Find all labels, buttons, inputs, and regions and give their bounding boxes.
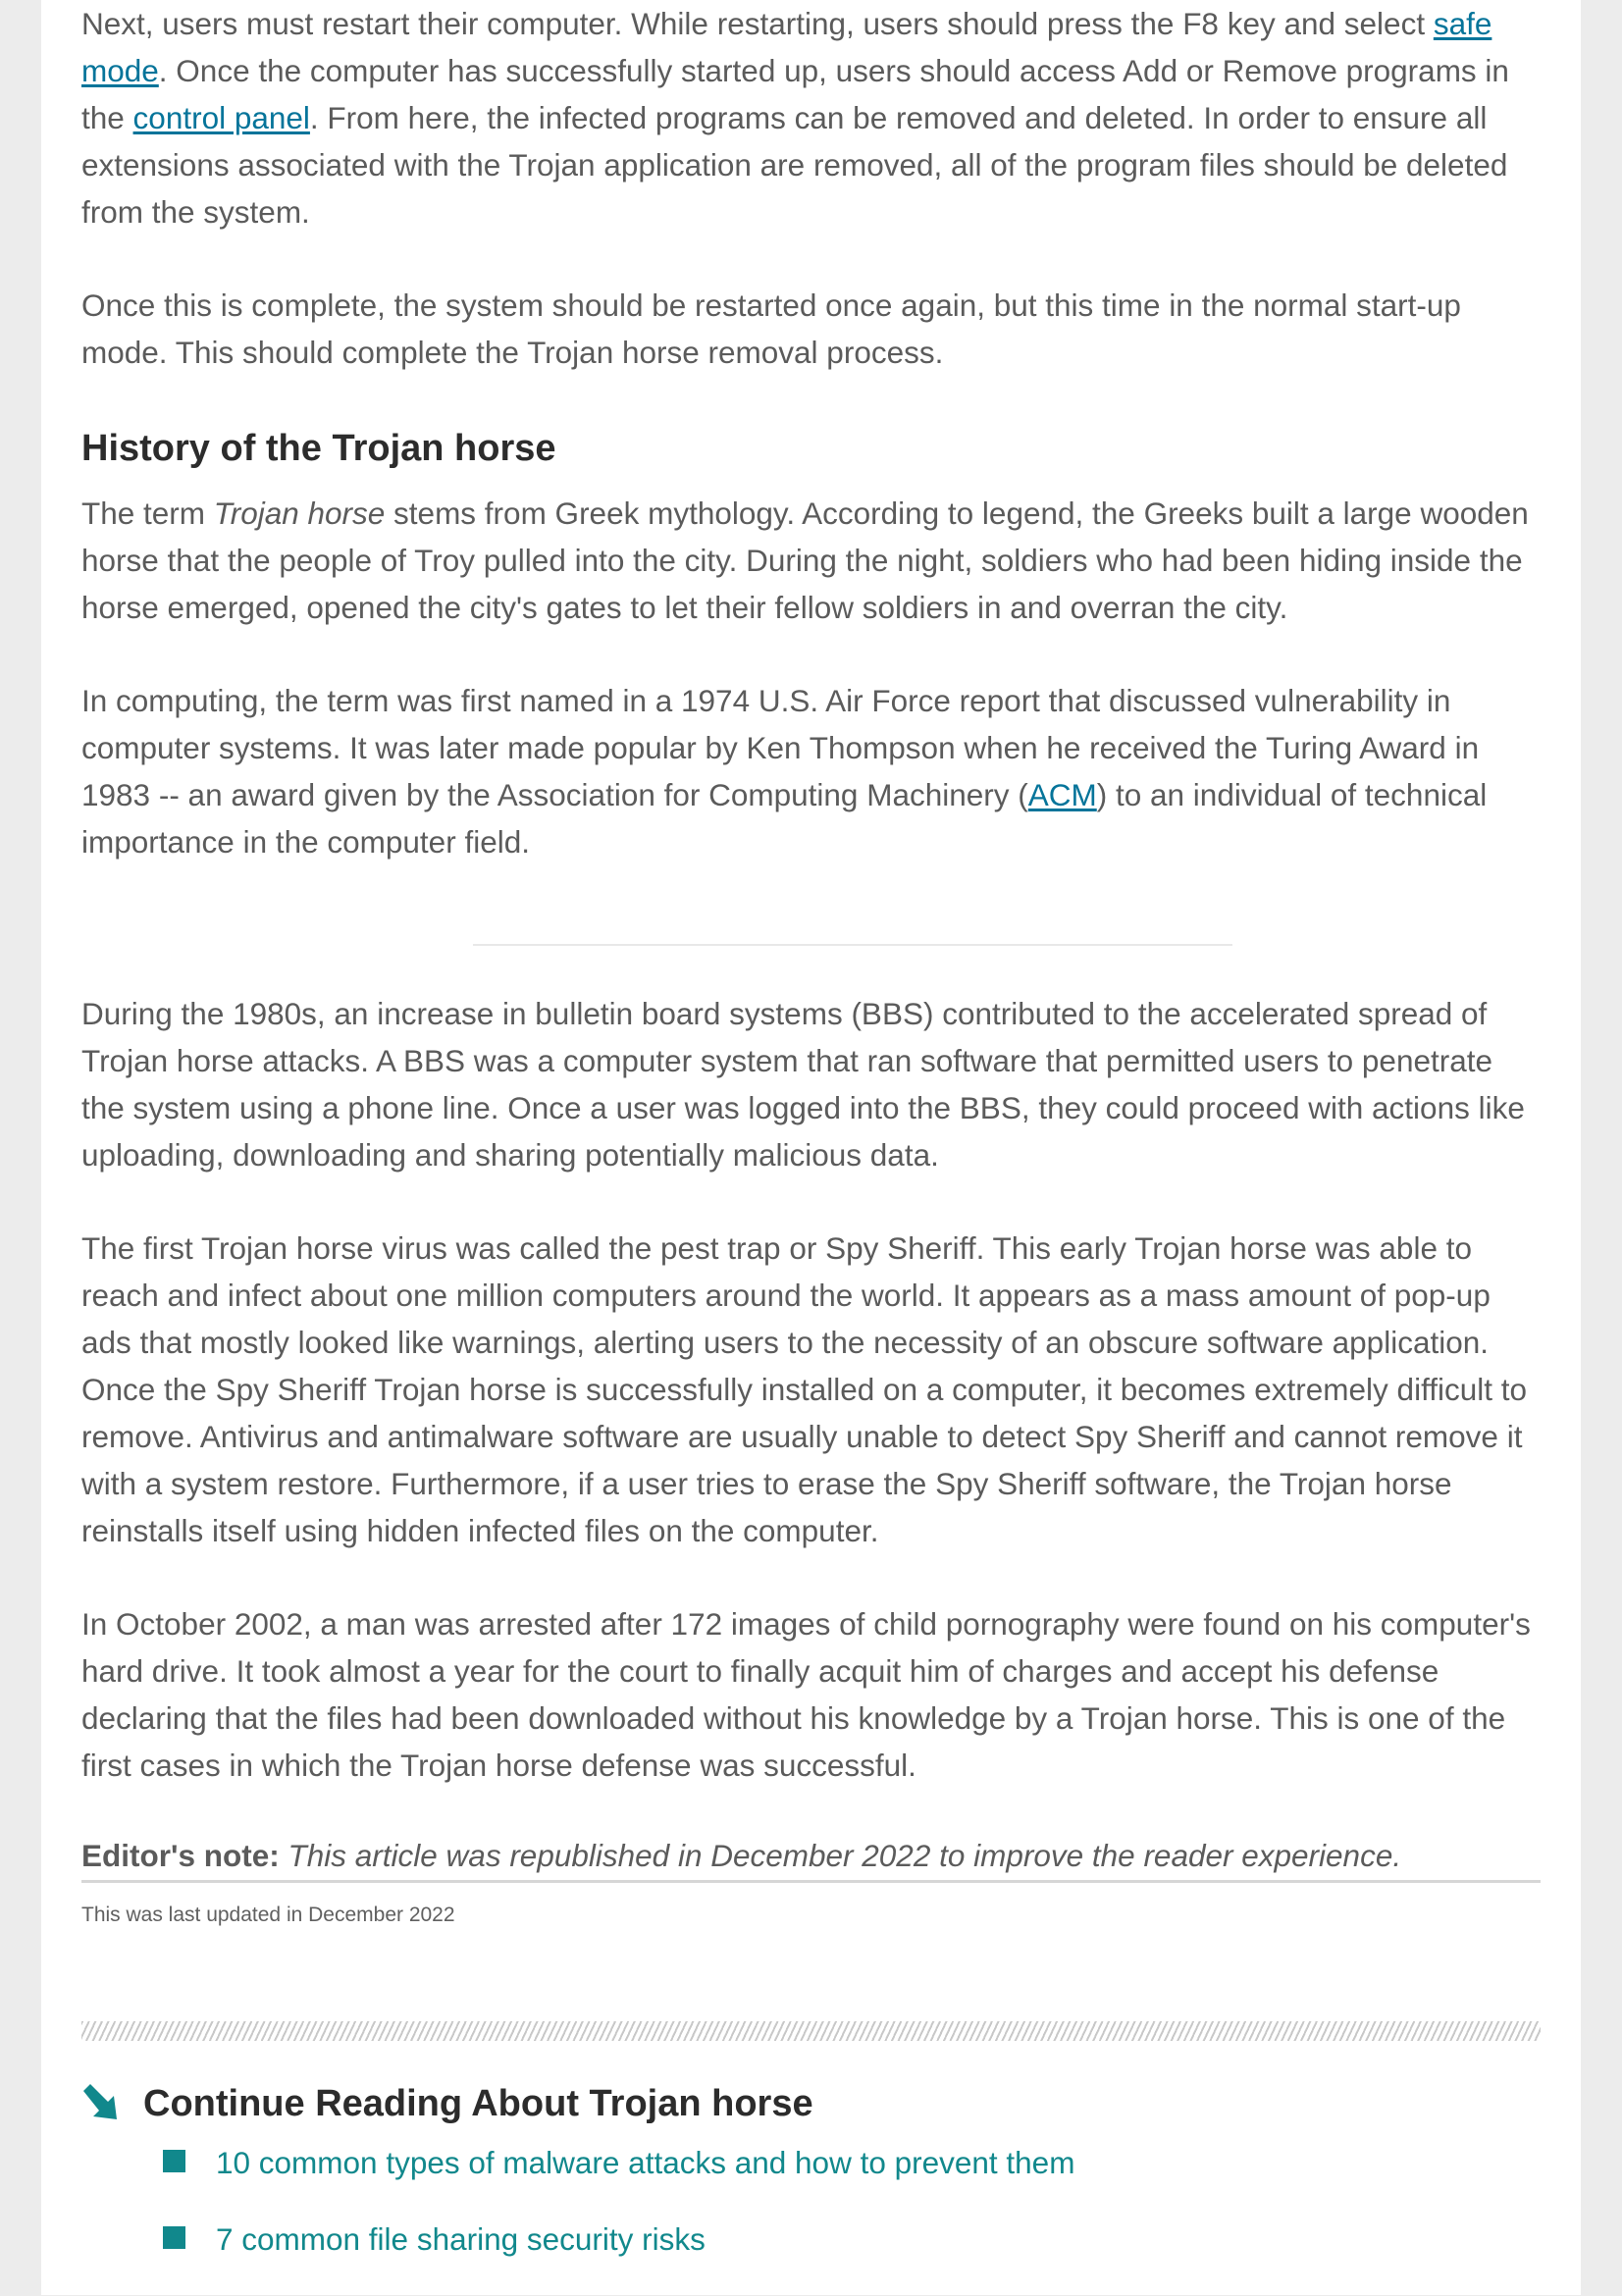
hatched-separator [81, 2021, 1541, 2041]
content-divider [473, 944, 1232, 946]
related-article-link[interactable]: 7 common file sharing security risks [216, 2219, 706, 2259]
article-page: Next, users must restart their computer.… [41, 0, 1581, 2295]
related-article-link[interactable]: 10 common types of malware attacks and h… [216, 2143, 1074, 2182]
last-updated: This was last updated in December 2022 [81, 1904, 455, 1926]
paragraph-restart-safe-mode: Next, users must restart their computer.… [81, 6, 1509, 230]
arrow-down-right-icon [83, 2084, 117, 2119]
paragraph-spy-sheriff: The first Trojan horse virus was called … [81, 1230, 1528, 1548]
square-bullet-icon [163, 2226, 185, 2249]
editor-note: Editor's note: This article was republis… [81, 1832, 1401, 1879]
paragraph-greek-mythology: The term Trojan horse stems from Greek m… [81, 496, 1529, 625]
editor-note-rule [81, 1880, 1541, 1883]
paragraph-computing-origin: In computing, the term was first named i… [81, 683, 1488, 860]
editor-note-text: This article was republished in December… [288, 1838, 1402, 1873]
trojan-horse-term: Trojan horse [213, 496, 386, 531]
paragraph-restart-normal: Once this is complete, the system should… [81, 287, 1461, 370]
history-heading: History of the Trojan horse [81, 428, 556, 469]
paragraph-bbs: During the 1980s, an increase in bulleti… [81, 996, 1525, 1173]
square-bullet-icon [163, 2150, 185, 2172]
editor-note-label: Editor's note: [81, 1838, 280, 1873]
paragraph-trojan-defense: In October 2002, a man was arrested afte… [81, 1606, 1531, 1783]
control-panel-link[interactable]: control panel [133, 100, 310, 135]
continue-reading-title: Continue Reading About Trojan horse [143, 2083, 813, 2124]
acm-link[interactable]: ACM [1028, 777, 1097, 812]
